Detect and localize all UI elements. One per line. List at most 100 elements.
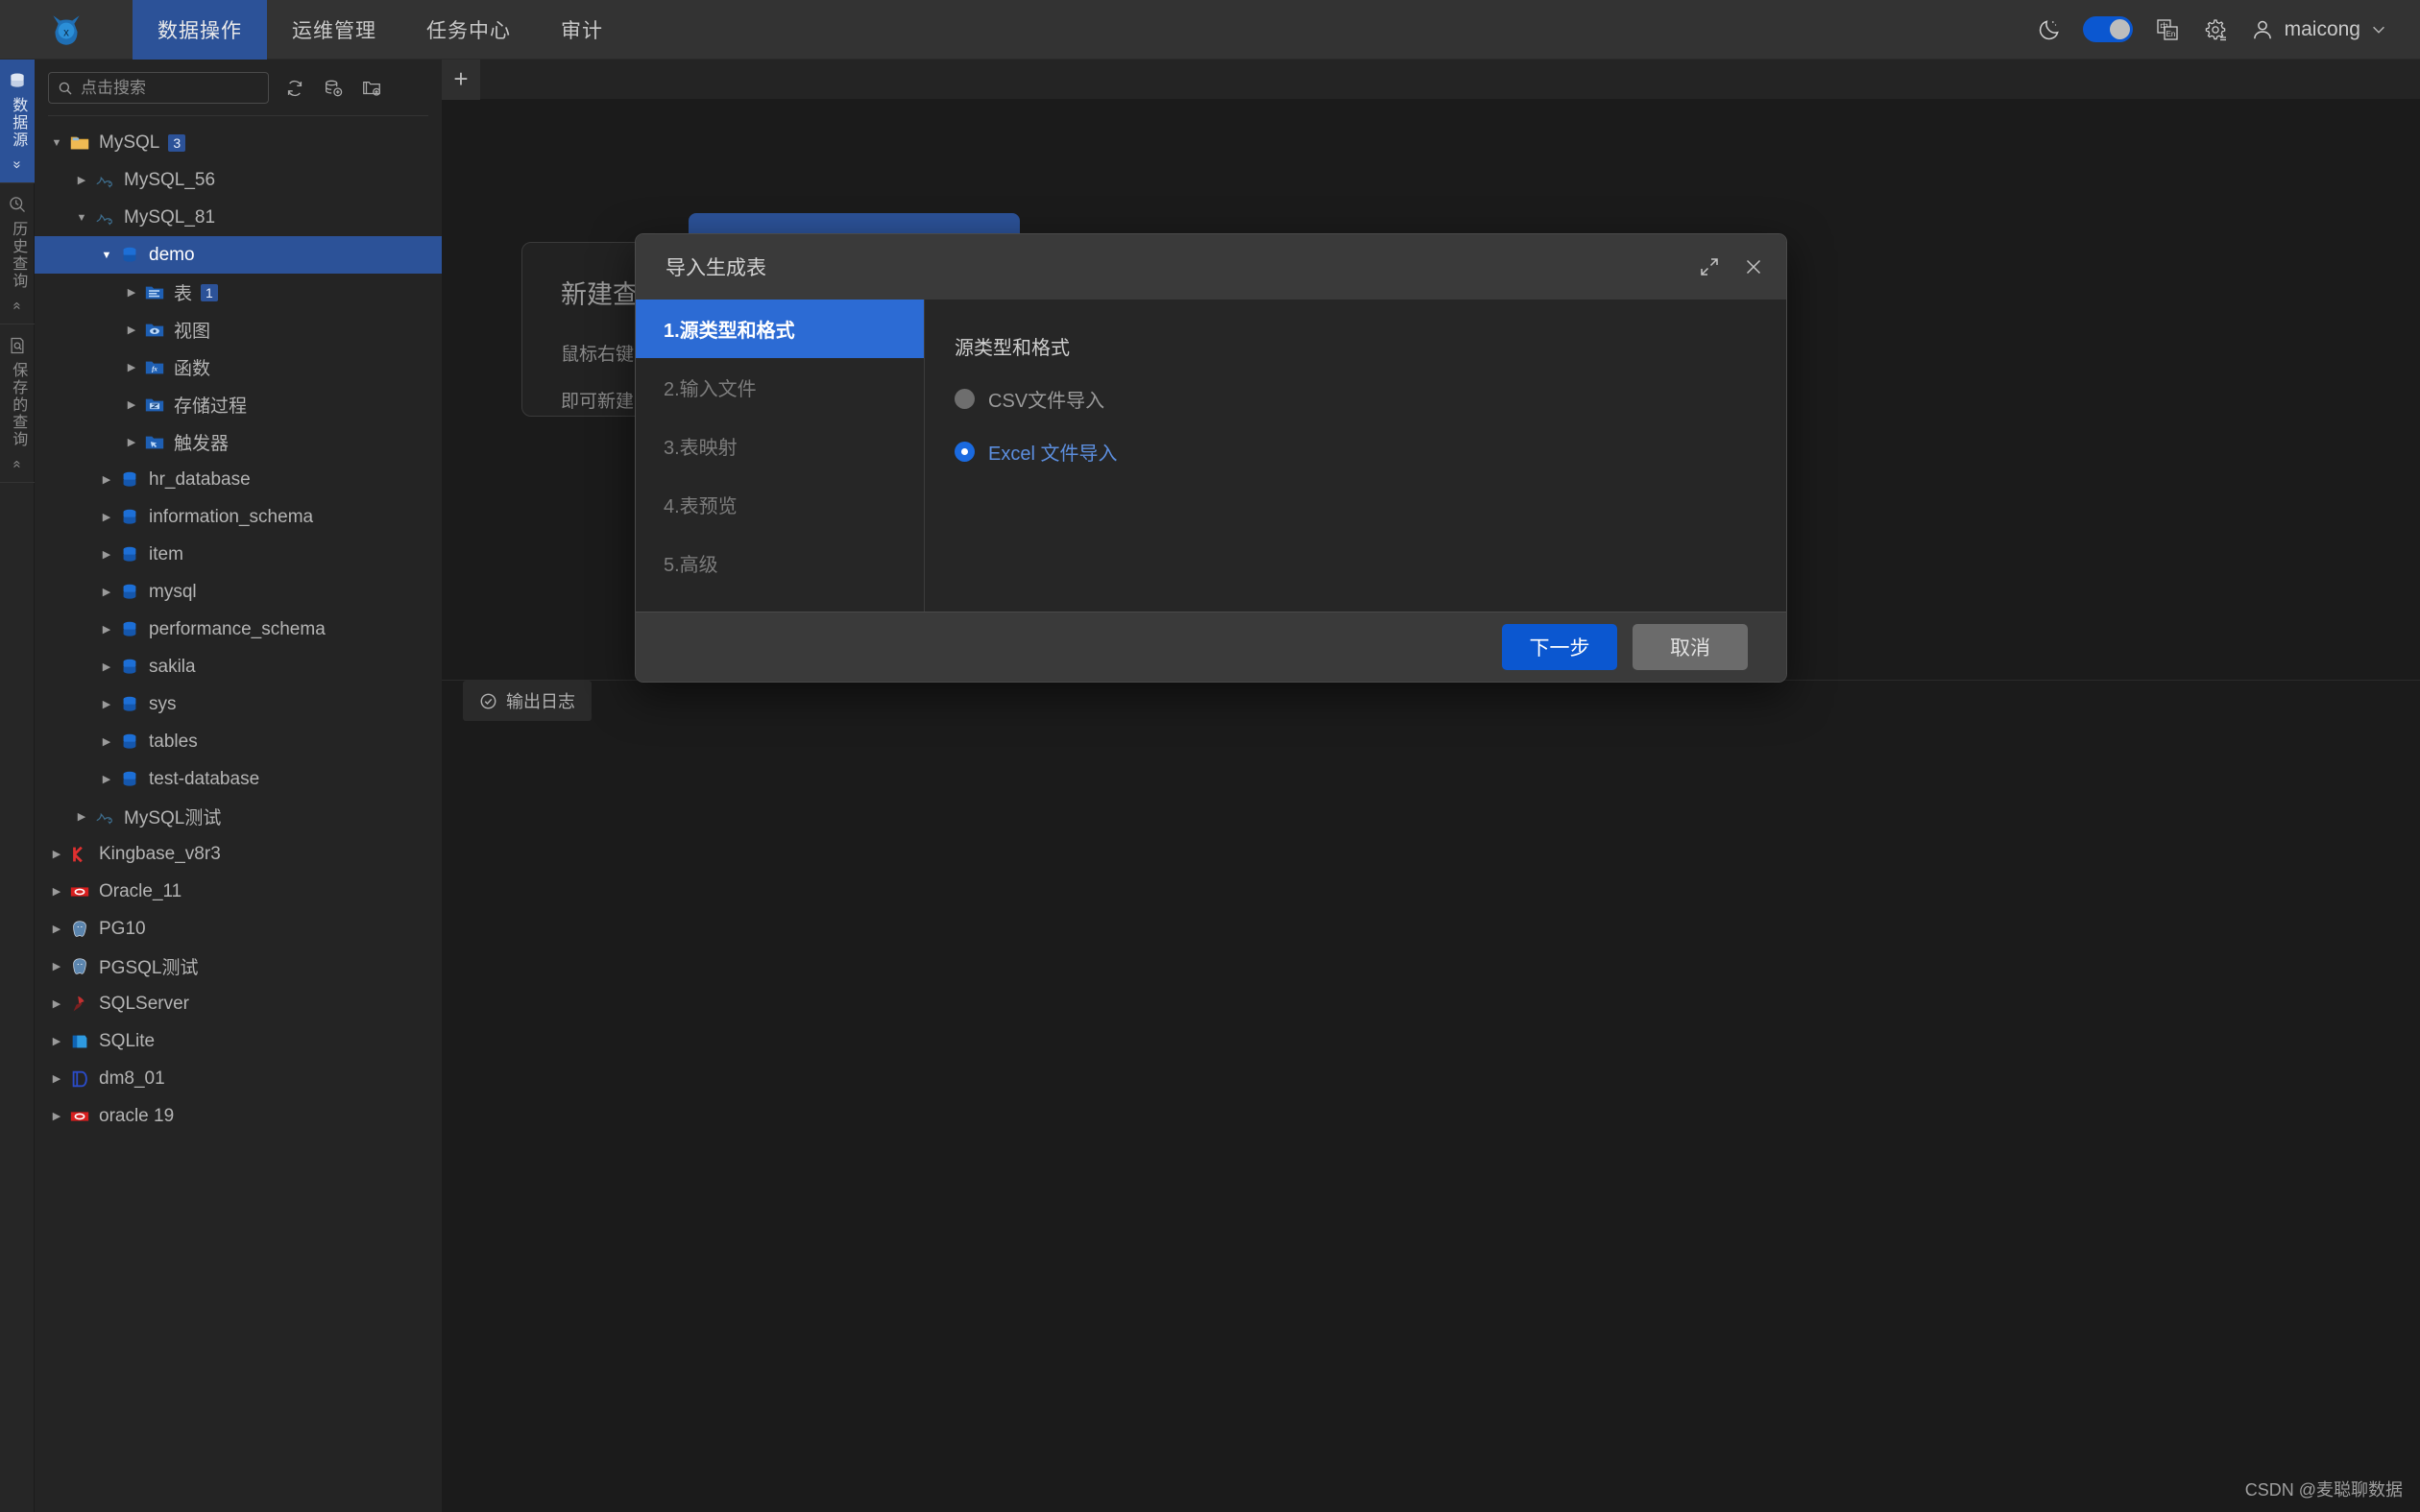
- chevron-right-icon[interactable]: ▶: [96, 773, 117, 785]
- tree-node-pgsql[interactable]: ▶PGSQL测试: [35, 948, 442, 985]
- dialog-footer: 下一步 取消: [636, 612, 1786, 682]
- dialog-step-1[interactable]: 1.源类型和格式: [636, 300, 924, 358]
- chevron-right-icon[interactable]: ▶: [96, 586, 117, 598]
- tree-node-label: information_schema: [149, 507, 313, 528]
- tree-node-mysql_81[interactable]: ▼ MySQL_81: [35, 199, 442, 236]
- postgres-icon: [69, 919, 90, 940]
- tree-node-information_schema[interactable]: ▶ information_schema: [35, 498, 442, 536]
- tree-node-dm8_01[interactable]: ▶dm8_01: [35, 1060, 442, 1097]
- search-box[interactable]: [48, 72, 269, 104]
- chevron-right-icon[interactable]: ▶: [46, 885, 67, 898]
- chevron-right-icon[interactable]: ▶: [46, 848, 67, 860]
- chevron-right-icon[interactable]: ▶: [121, 324, 142, 336]
- tree-node-[interactable]: ▶触发器: [35, 423, 442, 461]
- nav-tab-audit[interactable]: 审计: [536, 0, 628, 60]
- postgres-icon: [67, 956, 92, 977]
- output-log-tab[interactable]: 输出日志: [463, 681, 592, 721]
- tree-node-label: MySQL_81: [124, 207, 215, 228]
- tree-node-performance_schema[interactable]: ▶performance_schema: [35, 611, 442, 648]
- search-input[interactable]: [81, 79, 259, 98]
- next-button[interactable]: 下一步: [1502, 624, 1617, 670]
- dialog-step-4[interactable]: 4.表预览: [636, 475, 924, 534]
- tree-node-[interactable]: ▶视图: [35, 311, 442, 348]
- chevron-right-icon[interactable]: ▶: [96, 660, 117, 673]
- tree-node-[interactable]: ▶fx函数: [35, 348, 442, 386]
- tree-node-mysql_56[interactable]: ▶MySQL_56: [35, 161, 442, 199]
- chevron-right-icon[interactable]: ▶: [46, 923, 67, 935]
- chevron-right-icon[interactable]: ▶: [96, 623, 117, 636]
- tree-node-sqlserver[interactable]: ▶SQLServer: [35, 985, 442, 1022]
- tree-node-mysql[interactable]: ▼MySQL3: [35, 124, 442, 161]
- nav-tab-data-operation[interactable]: 数据操作: [133, 0, 267, 60]
- chevron-right-icon[interactable]: ▶: [46, 1072, 67, 1085]
- chevron-right-icon[interactable]: ▶: [71, 174, 92, 186]
- tree-node-sqlite[interactable]: ▶SQLite: [35, 1022, 442, 1060]
- language-button[interactable]: 中 En: [2154, 16, 2181, 43]
- tree-node-mysql[interactable]: ▶MySQL测试: [35, 798, 442, 835]
- rail-chevron[interactable]: »: [10, 160, 26, 168]
- tree-node-hr_database[interactable]: ▶hr_database: [35, 461, 442, 498]
- chevron-down-icon[interactable]: ▼: [71, 212, 92, 224]
- chevron-right-icon[interactable]: ▶: [46, 960, 67, 972]
- tree-node-item[interactable]: ▶item: [35, 536, 442, 573]
- new-tab-button[interactable]: +: [442, 60, 480, 100]
- dialog-step-3[interactable]: 3.表映射: [636, 417, 924, 475]
- moon-icon[interactable]: [2037, 17, 2062, 42]
- option-csv-import[interactable]: CSV文件导入: [955, 385, 1786, 413]
- tree-node-pg10[interactable]: ▶PG10: [35, 910, 442, 948]
- svg-text:x: x: [63, 27, 69, 38]
- rail-chevron[interactable]: «: [10, 460, 26, 468]
- tree-node-[interactable]: ▶存储过程: [35, 386, 442, 423]
- rail-item-datasource[interactable]: 数据源 »: [0, 60, 35, 183]
- tree-node-test-database[interactable]: ▶test-database: [35, 760, 442, 798]
- tree-node-demo[interactable]: ▼demo: [35, 236, 442, 274]
- chevron-down-icon[interactable]: ▼: [96, 250, 117, 261]
- chevron-right-icon[interactable]: ▶: [46, 997, 67, 1010]
- rail-chevron[interactable]: «: [10, 301, 26, 309]
- rail-item-history-query[interactable]: 历史查询 «: [0, 183, 35, 324]
- dialog-step-5[interactable]: 5.高级: [636, 534, 924, 592]
- expand-icon[interactable]: [1698, 255, 1721, 278]
- chevron-right-icon[interactable]: ▶: [46, 1110, 67, 1122]
- nav-tab-ops-management[interactable]: 运维管理: [267, 0, 401, 60]
- tree-node-tables[interactable]: ▶tables: [35, 723, 442, 760]
- tree-node-sys[interactable]: ▶sys: [35, 685, 442, 723]
- chevron-right-icon[interactable]: ▶: [96, 473, 117, 486]
- dialog-step-2[interactable]: 2.输入文件: [636, 358, 924, 417]
- db-icon: [119, 544, 140, 565]
- chevron-right-icon[interactable]: ▶: [96, 698, 117, 710]
- add-folder-icon[interactable]: [361, 78, 382, 99]
- chevron-right-icon[interactable]: ▶: [96, 548, 117, 561]
- chevron-right-icon[interactable]: ▶: [96, 735, 117, 748]
- app-logo[interactable]: x: [0, 0, 133, 60]
- refresh-icon[interactable]: [284, 78, 305, 99]
- chevron-right-icon[interactable]: ▶: [121, 398, 142, 411]
- nav-tab-label: 审计: [561, 15, 603, 44]
- tree-node-oracle_11[interactable]: ▶Oracle_11: [35, 873, 442, 910]
- chevron-right-icon[interactable]: ▶: [121, 286, 142, 299]
- chevron-right-icon[interactable]: ▶: [121, 436, 142, 448]
- tree-node-kingbase_v8r3[interactable]: ▶Kingbase_v8r3: [35, 835, 442, 873]
- option-excel-import[interactable]: Excel 文件导入: [955, 438, 1786, 466]
- chevron-right-icon[interactable]: ▶: [46, 1035, 67, 1047]
- close-icon[interactable]: [1742, 255, 1765, 278]
- chevron-right-icon[interactable]: ▶: [121, 361, 142, 373]
- radio-excel[interactable]: [955, 442, 975, 462]
- db-icon: [119, 619, 140, 640]
- rail-item-saved-query[interactable]: 保存的查询 «: [0, 324, 35, 483]
- theme-toggle[interactable]: [2083, 16, 2133, 42]
- chevron-right-icon[interactable]: ▶: [71, 810, 92, 823]
- tree-node-[interactable]: ▶表1: [35, 274, 442, 311]
- dialog-body: 1.源类型和格式2.输入文件3.表映射4.表预览5.高级 源类型和格式 CSV文…: [636, 300, 1786, 612]
- add-datasource-icon[interactable]: [323, 78, 344, 99]
- user-menu[interactable]: maicong: [2250, 17, 2387, 42]
- settings-button[interactable]: [2202, 16, 2229, 43]
- tree-node-oracle19[interactable]: ▶oracle 19: [35, 1097, 442, 1135]
- chevron-down-icon[interactable]: ▼: [46, 137, 67, 149]
- tree-node-mysql[interactable]: ▶mysql: [35, 573, 442, 611]
- cancel-button[interactable]: 取消: [1633, 624, 1748, 670]
- chevron-right-icon[interactable]: ▶: [96, 511, 117, 523]
- radio-csv[interactable]: [955, 389, 975, 409]
- nav-tab-task-center[interactable]: 任务中心: [401, 0, 536, 60]
- tree-node-sakila[interactable]: ▶sakila: [35, 648, 442, 685]
